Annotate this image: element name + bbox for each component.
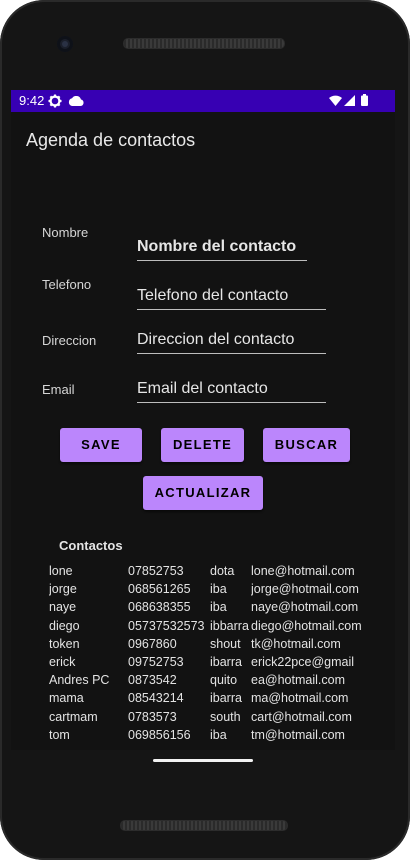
contact-city: ibarra [210,654,242,669]
status-bar: 9:42 [11,90,395,112]
earpiece-speaker [123,38,285,49]
direccion-label: Direccion [42,333,97,348]
app-title: Agenda de contactos [26,130,196,150]
contact-email: tk@hotmail.com [251,636,341,651]
contact-phone: 0967860 [128,636,177,651]
contact-name: Andres PC [49,673,110,688]
contact-row[interactable]: erick 09752753 ibarra erick22pce@gmail [49,655,361,673]
contact-email: erick22pce@gmail [251,654,355,669]
contact-row[interactable]: naye 068638355 iba naye@hotmail.com [49,600,361,618]
contacts-list[interactable]: lone 07852753 dota lone@hotmail.com jorge 068… [49,564,361,750]
contact-name: jorge [49,582,77,597]
contact-city: dota [210,564,235,578]
contact-email: ea@hotmail.com [251,673,345,688]
contact-phone: 0873542 [128,673,177,688]
contact-row[interactable]: lone 07852753 dota lone@hotmail.com [49,564,361,582]
contact-email: lone@hotmail.com [251,564,355,578]
contact-phone: 068561265 [128,582,191,597]
contact-phone: 068638355 [128,600,191,615]
telefono-field[interactable]: Telefono del contacto [137,287,326,310]
contact-phone: 0783573 [128,709,177,724]
wifi-icon [329,95,342,106]
contact-row[interactable]: mama 08543214 ibarra ma@hotmail.com [49,691,361,709]
nombre-label: Nombre [42,225,89,240]
contact-email: tm@hotmail.com [251,727,345,742]
contact-row[interactable]: diego 05737532573 ibbarra diego@hotmail.com [49,619,361,637]
actualizar-button[interactable]: ACTUALIZAR [143,476,263,510]
contact-name: lone [49,564,73,578]
battery-icon [361,94,368,106]
nombre-field[interactable]: Nombre del contacto [137,238,307,261]
contact-phone: 069856156 [128,727,191,742]
status-time: 9:42 [19,93,45,108]
contact-row[interactable]: jorge 068561265 iba jorge@hotmail.com [49,582,361,600]
contact-name: erick [49,654,76,669]
phone-frame: 9:42 Agenda de contactos Nombre Nombre d… [0,0,410,860]
contact-name: cartmam [49,709,98,724]
contact-email: diego@hotmail.com [251,618,361,633]
contact-city: ibarra [210,691,242,706]
contact-email: jorge@hotmail.com [251,582,359,597]
contact-row[interactable]: Andres PC 0873542 quito ea@hotmail.com [49,673,361,691]
save-button[interactable]: SAVE [60,428,142,462]
buscar-button[interactable]: BUSCAR [263,428,350,462]
settings-icon [48,94,62,108]
contact-phone: 07852753 [128,564,184,578]
contact-email: naye@hotmail.com [251,600,359,615]
email-label: Email [42,382,75,397]
contact-name: token [49,636,80,651]
contact-name: mama [49,691,84,706]
home-indicator[interactable] [153,759,253,762]
contact-city: shout [210,636,241,651]
contact-name: naye [49,600,77,615]
contact-city: south [210,709,241,724]
contact-city: ibbarra [210,618,249,633]
contact-city: iba [210,727,227,742]
app-screen: 9:42 Agenda de contactos Nombre Nombre d… [11,90,395,750]
signal-icon [344,95,355,106]
telefono-label: Telefono [42,277,92,292]
contact-phone: 05737532573 [128,618,205,633]
bottom-speaker [120,820,288,831]
contact-city: iba [210,600,227,615]
delete-button[interactable]: DELETE [161,428,244,462]
contact-name: diego [49,618,80,633]
email-field[interactable]: Email del contacto [137,380,326,403]
cloud-icon [68,96,84,106]
contact-city: iba [210,582,227,597]
contact-email: ma@hotmail.com [251,691,349,706]
contact-phone: 08543214 [128,691,184,706]
contact-row[interactable]: cartmam 0783573 south cart@hotmail.com [49,710,361,728]
front-camera [57,36,73,52]
contacts-title: Contactos [59,538,123,553]
contact-row[interactable]: tom 069856156 iba tm@hotmail.com [49,728,361,746]
contact-name: tom [49,727,70,742]
direccion-field[interactable]: Direccion del contacto [137,331,326,354]
contact-row[interactable]: token 0967860 shout tk@hotmail.com [49,637,361,655]
contact-phone: 09752753 [128,654,184,669]
contact-city: quito [210,673,238,688]
contact-email: cart@hotmail.com [251,709,352,724]
